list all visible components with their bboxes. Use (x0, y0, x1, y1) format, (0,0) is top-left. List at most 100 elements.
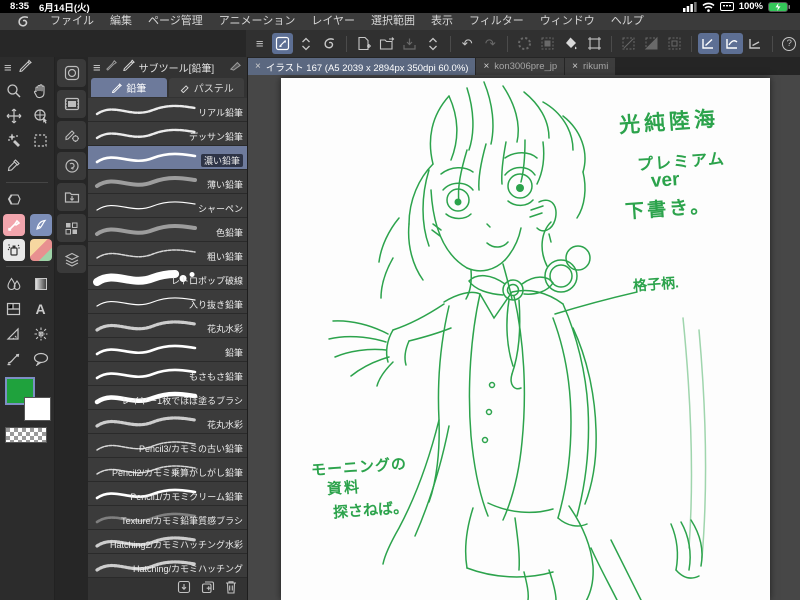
brush-item-hanamaru-watercolor[interactable]: 花丸水彩 (88, 314, 247, 338)
close-tab-icon[interactable]: × (572, 61, 578, 72)
undo-button[interactable]: ↶ (457, 33, 478, 54)
eyedropper-tool[interactable] (0, 153, 27, 178)
brush-item-retro-pop-dashed[interactable]: レトロポップ破線 (88, 266, 247, 290)
shrink-selection-button[interactable] (664, 33, 685, 54)
redo-button[interactable]: ↷ (480, 33, 501, 54)
menu-view[interactable]: 表示 (423, 13, 461, 30)
document-tab-illustration-167[interactable]: × イラスト 167 (A5 2039 x 2894px 350dpi 60.0… (248, 58, 476, 75)
brush-item-texture-kamomi[interactable]: Texture/カモミ鉛筆質感ブラシ (88, 506, 247, 530)
brush-item-pencil2-kamomi-multiply[interactable]: Pencil2/カモミ乗算がしがし鉛筆 (88, 458, 247, 482)
eraser-tool[interactable] (0, 187, 27, 212)
hand-tool[interactable] (27, 78, 54, 103)
panel-tab-timeline[interactable] (57, 90, 86, 118)
menu-edit[interactable]: 編集 (102, 13, 140, 30)
pen-tool[interactable] (27, 212, 54, 237)
document-tab-kon3006pre[interactable]: × kon3006pre_jp (476, 58, 565, 75)
background-color-swatch[interactable] (24, 397, 51, 421)
brush-item-dark-pencil-selected[interactable]: 濃い鉛筆 (88, 146, 247, 170)
airbrush-tool-icon (2, 238, 25, 261)
balloon-tool[interactable] (27, 346, 54, 371)
new-document-button[interactable] (353, 33, 374, 54)
menu-layer[interactable]: レイヤー (303, 13, 363, 30)
brush-item-pencil1-kamomi-cream[interactable]: Pencil1/カモミクリーム鉛筆 (88, 482, 247, 506)
menu-window[interactable]: ウィンドウ (532, 13, 603, 30)
command-bar-menu-button[interactable]: ≡ (249, 33, 270, 54)
close-tab-icon[interactable]: × (255, 61, 261, 72)
panel-tab-decoration[interactable] (57, 214, 86, 242)
duplicate-subtool-button[interactable] (201, 580, 215, 599)
brush-item-mosamosa-pencil[interactable]: もさもさ鉛筆 (88, 362, 247, 386)
panel-tab-navigator[interactable] (57, 152, 86, 180)
menu-help[interactable]: ヘルプ (603, 13, 652, 30)
snap-to-special-ruler-button[interactable] (721, 33, 743, 54)
neighbor-tool-pastel-icon[interactable] (229, 58, 242, 76)
brush-item-tapered-pencil[interactable]: 入り抜き鉛筆 (88, 290, 247, 314)
document-tab-rikumi[interactable]: × rikumi (565, 58, 616, 75)
panel-tab-subtool[interactable] (57, 59, 86, 87)
correct-line-tool[interactable] (0, 346, 27, 371)
frame-border-tool[interactable] (0, 296, 27, 321)
brush-item-dessin-pencil[interactable]: デッサン鉛筆 (88, 122, 247, 146)
rotate-canvas-tool[interactable] (27, 103, 54, 128)
marker-tool[interactable] (0, 212, 27, 237)
open-file-button[interactable] (376, 33, 397, 54)
transparent-color-swatch[interactable] (5, 427, 47, 443)
brush-item-rough-pencil[interactable]: 粗い鉛筆 (88, 242, 247, 266)
menu-selection[interactable]: 選択範囲 (363, 13, 423, 30)
brush-item-hanamaru-watercolor-2[interactable]: 花丸水彩 (88, 410, 247, 434)
canvas-frame-button[interactable] (584, 33, 605, 54)
fill-tool-button[interactable] (560, 33, 581, 54)
move-tool[interactable] (0, 103, 27, 128)
tool-palette-menu-button[interactable]: ≡ (4, 61, 12, 74)
deselect-button[interactable] (618, 33, 639, 54)
panel-tab-material[interactable] (57, 183, 86, 211)
snap-to-ruler-button[interactable] (698, 33, 720, 54)
brush-item-pencil3-kamomi-old[interactable]: Pencil3/カモミの古い鉛筆 (88, 434, 247, 458)
brush-item-real-pencil[interactable]: リアル鉛筆 (88, 98, 247, 122)
save-button[interactable] (399, 33, 420, 54)
subtool-tab-pastel[interactable]: パステル (168, 78, 244, 97)
neighbor-tool-marker-icon[interactable] (105, 58, 118, 76)
auto-select-tool[interactable] (0, 128, 27, 153)
pen-input-mode-button[interactable] (272, 33, 294, 54)
blend-tool[interactable] (0, 271, 27, 296)
processing-indicator-button[interactable] (514, 33, 535, 54)
toolbar-expand-button[interactable] (295, 33, 316, 54)
delete-subtool-button[interactable] (225, 580, 237, 599)
close-tab-icon[interactable]: × (483, 61, 489, 72)
menu-file[interactable]: ファイル (42, 13, 102, 30)
figure-symmetry-tool[interactable] (27, 321, 54, 346)
brush-stroke-preview (95, 152, 197, 164)
snap-to-grid-button[interactable] (745, 33, 766, 54)
decoration-tool[interactable] (27, 237, 54, 262)
brush-item-hatching-kamomi[interactable]: Hatching/カモミハッチング (88, 554, 247, 578)
panel-tab-tool-property[interactable] (57, 121, 86, 149)
brush-item-light-pencil[interactable]: 薄い鉛筆 (88, 170, 247, 194)
selection-tool[interactable] (27, 128, 54, 153)
clip-studio-logo-icon[interactable] (10, 14, 36, 29)
zoom-tool[interactable] (0, 78, 27, 103)
clip-studio-app-button[interactable] (319, 33, 340, 54)
menu-filter[interactable]: フィルター (461, 13, 532, 30)
invert-selection-button[interactable] (641, 33, 662, 54)
ruler-tool[interactable] (0, 321, 27, 346)
drawing-canvas[interactable]: 光純陸海 プレミアム ver 下書き。 格子柄. モーニングの 資料 探さねば。 (281, 78, 770, 600)
menu-page[interactable]: ページ管理 (140, 13, 211, 30)
panel-tab-3d-layers[interactable] (57, 245, 86, 273)
help-button[interactable]: ? (779, 33, 800, 54)
brush-item-one-layer-paint-brush[interactable]: レイヤー1枚でほぼ塗るブラシ (88, 386, 247, 410)
file-expand-button[interactable] (422, 33, 443, 54)
gradient-tool[interactable] (27, 271, 54, 296)
brush-stroke-preview (96, 201, 196, 211)
select-area-button[interactable] (537, 33, 558, 54)
brush-item-mechanical-pencil[interactable]: シャーペン (88, 194, 247, 218)
subtool-panel-menu-button[interactable]: ≡ (93, 61, 101, 74)
brush-item-pencil[interactable]: 鉛筆 (88, 338, 247, 362)
import-subtool-button[interactable] (177, 580, 191, 599)
subtool-tab-pencil[interactable]: 鉛筆 (91, 78, 167, 97)
airbrush-tool[interactable] (0, 237, 27, 262)
menu-animation[interactable]: アニメーション (211, 13, 304, 30)
brush-item-colored-pencil[interactable]: 色鉛筆 (88, 218, 247, 242)
text-tool[interactable]: A (27, 296, 54, 321)
brush-item-hatching2-kamomi[interactable]: Hatching2/カモミハッチング水彩 (88, 530, 247, 554)
